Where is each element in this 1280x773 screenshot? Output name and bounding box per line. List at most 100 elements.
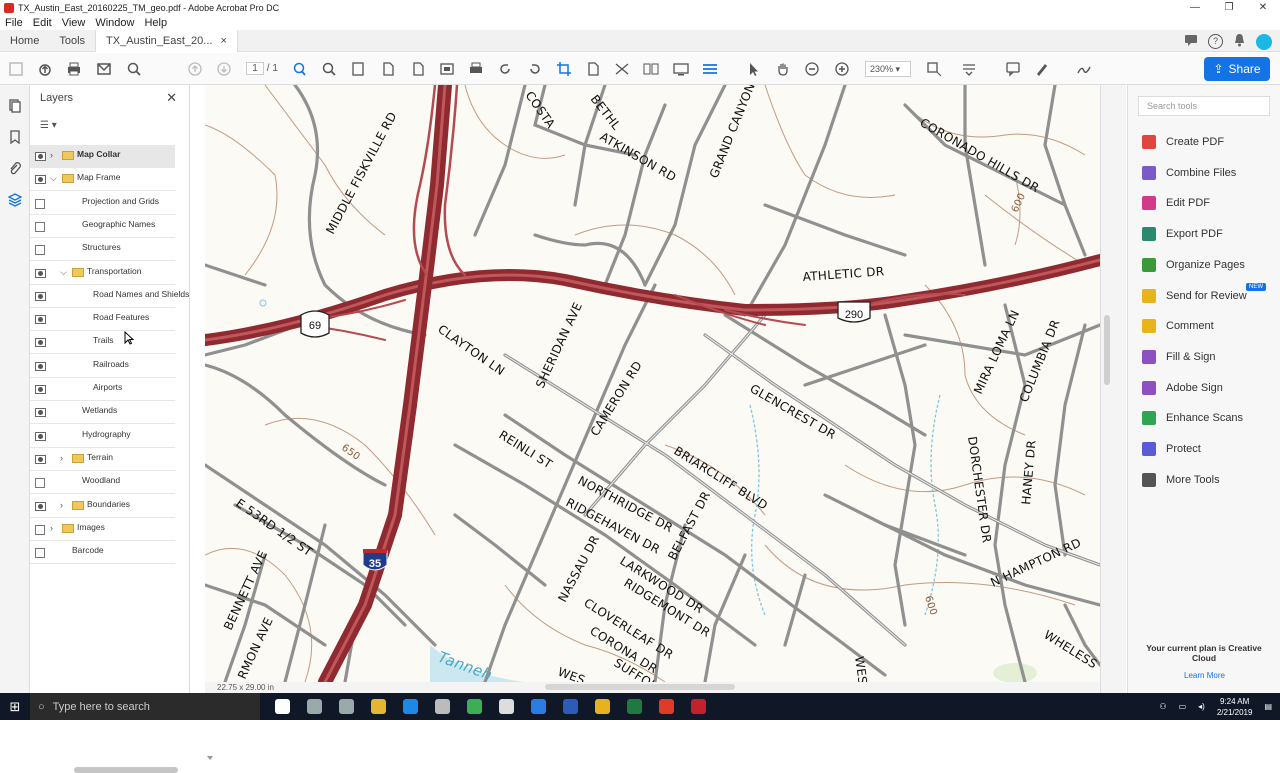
collapse-chevron-icon[interactable]: › [60, 500, 63, 510]
tool-item[interactable]: Enhance Scans [1142, 408, 1243, 428]
rotate-cw-icon[interactable] [497, 61, 513, 77]
visibility-eye-icon[interactable] [35, 361, 46, 371]
hand-tool-icon[interactable] [775, 61, 791, 77]
word-icon[interactable] [558, 697, 582, 717]
tool-item[interactable]: Edit PDF [1142, 193, 1210, 213]
zoom-in-icon[interactable] [834, 61, 850, 77]
tool-item[interactable]: Adobe Sign [1142, 378, 1223, 398]
cloud-upload-icon[interactable] [37, 61, 53, 77]
marquee-zoom-icon[interactable] [291, 61, 307, 77]
sign-icon[interactable] [1076, 61, 1092, 77]
highlight-pen-icon[interactable] [1034, 61, 1050, 77]
close-window-button[interactable]: ✕ [1246, 0, 1280, 16]
layer-row[interactable]: Barcode [30, 541, 175, 565]
windows-start-icon[interactable]: ⊞ [0, 699, 30, 715]
layer-row[interactable]: Structures [30, 238, 175, 262]
fit-page-icon[interactable] [350, 61, 366, 77]
menu-view[interactable]: View [57, 16, 91, 30]
map-vertical-scrollbar[interactable] [1100, 85, 1126, 693]
volume-icon[interactable]: ◂) [1198, 702, 1205, 711]
layer-row[interactable]: Projection and Grids [30, 192, 175, 215]
help-icon[interactable]: ? [1208, 34, 1223, 49]
comment-icon[interactable] [1005, 61, 1021, 77]
tab-tools[interactable]: Tools [49, 30, 95, 52]
layer-row[interactable]: ⌵ Transportation [30, 262, 175, 285]
menu-file[interactable]: File [0, 16, 28, 30]
vertical-scroll-thumb[interactable] [1104, 315, 1110, 385]
expand-chevron-icon[interactable]: ⌵ [60, 267, 67, 278]
bookmark-icon[interactable] [8, 130, 22, 145]
zoom-tool-icon[interactable] [321, 61, 337, 77]
expand-chevron-icon[interactable]: ⌵ [50, 173, 57, 184]
layer-row[interactable]: Geographic Names [30, 215, 175, 238]
mail-icon[interactable] [494, 697, 518, 717]
page-thumbnails-icon[interactable] [8, 99, 22, 113]
visibility-eye-icon[interactable] [35, 385, 46, 394]
edge-icon[interactable] [398, 697, 422, 717]
learn-more-link[interactable]: Learn More [1128, 671, 1280, 680]
visibility-eye-icon[interactable] [35, 152, 46, 161]
visibility-checkbox[interactable] [35, 221, 45, 232]
clock[interactable]: 9:24 AM 2/21/2019 [1217, 696, 1253, 718]
visibility-eye-icon[interactable] [35, 315, 46, 325]
print-production-icon[interactable] [468, 61, 484, 77]
visibility-eye-icon[interactable] [35, 175, 46, 185]
tool-item[interactable]: More Tools [1142, 470, 1220, 490]
collapse-chevron-icon[interactable]: › [50, 523, 53, 533]
zoom-out-icon[interactable] [804, 61, 820, 77]
document-icon[interactable] [585, 61, 601, 77]
tool-item[interactable]: Combine Files [1142, 163, 1236, 183]
chrome-icon[interactable] [366, 697, 390, 717]
visibility-eye-icon[interactable] [35, 454, 46, 464]
visibility-eye-icon[interactable] [35, 408, 46, 418]
map-horizontal-scrollbar[interactable] [545, 684, 735, 690]
layer-row[interactable]: Trails [30, 331, 175, 355]
layer-row[interactable]: › Images [30, 518, 175, 541]
layer-row[interactable]: Airports [30, 378, 175, 401]
mail-icon[interactable] [96, 61, 112, 77]
tab-close-icon[interactable]: × [220, 30, 226, 52]
save-icon[interactable] [8, 61, 24, 77]
visibility-checkbox[interactable] [35, 548, 45, 559]
visibility-eye-icon[interactable] [35, 501, 46, 511]
tool-item[interactable]: Send for Review [1142, 286, 1247, 306]
layer-row[interactable]: › Terrain [30, 448, 175, 471]
layer-row[interactable]: Road Names and Shields [30, 285, 189, 308]
map-viewport[interactable]: 69 290 35 MIDDLE FISKVILLE RD COSTA BETH… [205, 85, 1100, 682]
scroll-mode-icon[interactable] [702, 61, 718, 77]
insert-icon[interactable] [439, 61, 455, 77]
tool-item[interactable]: Organize Pages [1142, 255, 1245, 275]
page-down-icon[interactable] [410, 61, 426, 77]
rotate-ccw-icon[interactable] [527, 61, 543, 77]
acrobat-icon[interactable] [686, 697, 710, 717]
tab-document[interactable]: TX_Austin_East_20... × [95, 29, 238, 52]
zoom-level-select[interactable]: 230% ▾ [865, 61, 911, 77]
task-view-icon[interactable] [270, 697, 294, 717]
tool-item[interactable]: Fill & Sign [1142, 347, 1216, 367]
print-icon[interactable] [66, 61, 82, 77]
tab-home[interactable]: Home [0, 30, 49, 52]
layer-row[interactable]: ⌵ Map Frame [30, 168, 175, 192]
tool-item[interactable]: Create PDF [1142, 132, 1224, 152]
menu-edit[interactable]: Edit [28, 16, 57, 30]
layer-row[interactable]: Railroads [30, 355, 175, 378]
tool-item[interactable]: Protect [1142, 439, 1201, 459]
tool-item[interactable]: Comment [1142, 316, 1214, 336]
close-panel-icon[interactable]: ✕ [166, 90, 177, 106]
crop-icon[interactable] [556, 61, 572, 77]
bell-icon[interactable] [1233, 33, 1246, 50]
visibility-checkbox[interactable] [35, 524, 45, 535]
calculator-icon[interactable] [430, 697, 454, 717]
menu-help[interactable]: Help [139, 16, 172, 30]
layer-row[interactable]: Road Features [30, 308, 175, 332]
visibility-eye-icon[interactable] [35, 291, 46, 301]
taskbar-search[interactable]: ○ Type here to search [30, 693, 260, 720]
collapse-chevron-icon[interactable]: › [60, 453, 63, 463]
visibility-checkbox[interactable] [35, 478, 45, 489]
globe-icon[interactable] [334, 697, 358, 717]
red-app-icon[interactable] [654, 697, 678, 717]
select-cursor-icon[interactable] [746, 61, 762, 77]
layer-row[interactable]: › Map Collar [30, 145, 175, 168]
drive-icon[interactable] [462, 697, 486, 717]
share-button[interactable]: ⇪ Share [1204, 57, 1270, 81]
